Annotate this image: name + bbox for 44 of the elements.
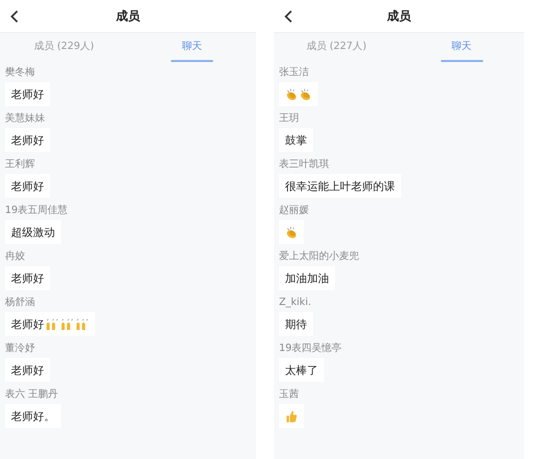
message-text: 老师好 [11, 86, 44, 102]
sender-name: 张玉洁 [279, 67, 309, 79]
screen-title: 成员 [116, 8, 140, 24]
thumbs-up-icon [285, 410, 298, 422]
message-text: 加油加油 [285, 270, 329, 286]
raised-hands-icon [60, 318, 74, 330]
raised-hands-icon [45, 318, 59, 330]
sender-name: 樊冬梅 [5, 67, 35, 79]
message-text: 太棒了 [285, 362, 318, 378]
message-text: 期待 [285, 316, 307, 332]
sender-name: 冉姣 [5, 251, 25, 263]
message-text: 老师好 [11, 132, 44, 148]
sender-name: 王玥 [279, 113, 299, 125]
message-text: 很幸运能上叶老师的课 [285, 178, 395, 194]
message-text: 老师好 [11, 178, 44, 194]
sender-name: 王利辉 [5, 159, 35, 171]
message-text: 老师好 [11, 270, 44, 286]
sender-name: 19表四吴憶亭 [279, 343, 342, 355]
back-icon[interactable] [10, 10, 19, 23]
clapping-hands-icon [285, 226, 298, 238]
message-text: 老师好 [11, 316, 44, 332]
clapping-hands-icon [299, 88, 312, 100]
screen-title: 成员 [387, 8, 411, 24]
tab[interactable]: 聊天 [440, 33, 482, 62]
sender-name: Z_kiki. [279, 297, 312, 309]
message-text: 鼓掌 [285, 132, 307, 148]
sender-name: 玉茜 [279, 389, 299, 401]
message-text: 老师好。 [11, 408, 55, 424]
sender-name: 19表五周佳慧 [5, 205, 68, 217]
tab[interactable]: 成员 (229人) [26, 33, 102, 62]
sender-name: 表六 王鹏丹 [5, 389, 58, 401]
sender-name: 爱上太阳的小麦兜 [279, 251, 359, 263]
raised-hands-icon [75, 318, 89, 330]
sender-name: 美慧妹妹 [5, 113, 45, 125]
tab[interactable]: 聊天 [171, 33, 213, 62]
sender-name: 杨舒涵 [5, 297, 35, 309]
sender-name: 表三叶凯琪 [279, 159, 329, 171]
message-text: 超级激动 [11, 224, 55, 240]
tab[interactable]: 成员 (227人) [298, 33, 375, 62]
sender-name: 赵丽媛 [279, 205, 309, 217]
clapping-hands-icon [285, 88, 298, 100]
message-text: 老师好 [11, 362, 44, 378]
back-icon[interactable] [284, 10, 293, 23]
sender-name: 董泠妤 [5, 343, 35, 355]
